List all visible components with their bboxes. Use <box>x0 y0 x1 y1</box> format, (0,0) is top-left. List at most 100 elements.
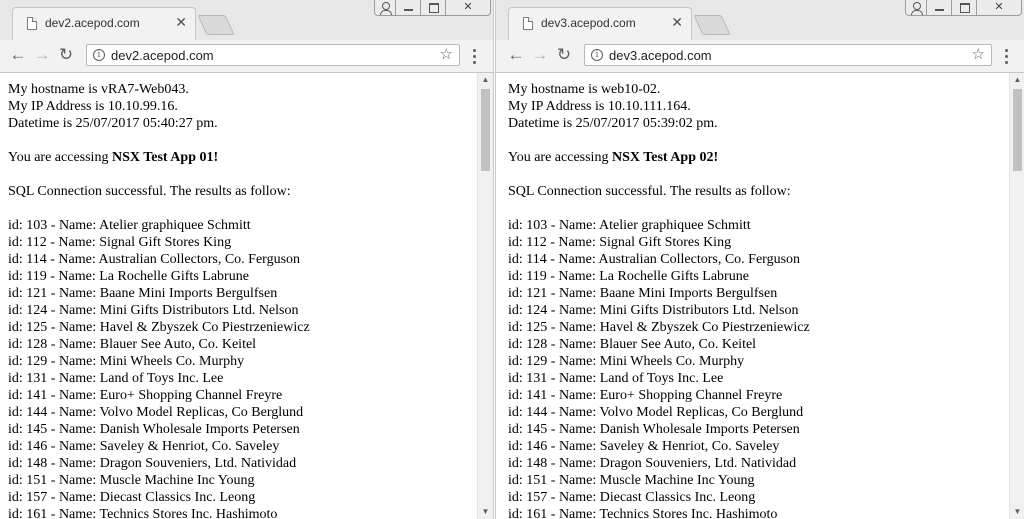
list-item: id: 145 - Name: Danish Wholesale Imports… <box>508 422 800 437</box>
scrollbar-thumb[interactable] <box>481 89 490 171</box>
page-icon <box>27 17 37 30</box>
list-item: id: 129 - Name: Mini Wheels Co. Murphy <box>508 354 745 369</box>
list-item: id: 112 - Name: Signal Gift Stores King <box>8 235 232 250</box>
list-item: id: 141 - Name: Euro+ Shopping Channel F… <box>508 388 783 403</box>
kebab-menu-icon[interactable] <box>468 46 480 66</box>
app-name: NSX Test App 01! <box>111 150 219 165</box>
minimize-icon[interactable] <box>926 0 952 16</box>
info-icon[interactable]: i <box>591 49 603 61</box>
browser-tab[interactable]: dev2.acepod.com ✕ <box>12 7 196 40</box>
results-list: id: 103 - Name: Atelier graphiquee Schmi… <box>8 217 477 519</box>
maximize-icon[interactable] <box>420 0 446 16</box>
list-item: id: 114 - Name: Australian Collectors, C… <box>8 252 301 267</box>
address-bar[interactable]: i dev2.acepod.com ☆ <box>86 44 460 66</box>
access-prefix: You are accessing <box>8 150 112 165</box>
datetime-line: Datetime is 25/07/2017 05:39:02 pm. <box>508 116 718 131</box>
list-item: id: 148 - Name: Dragon Souveniers, Ltd. … <box>508 456 797 471</box>
list-item: id: 119 - Name: La Rochelle Gifts Labrun… <box>8 269 249 284</box>
list-item: id: 161 - Name: Technics Stores Inc. Has… <box>508 507 778 519</box>
list-item: id: 131 - Name: Land of Toys Inc. Lee <box>8 371 224 386</box>
list-item: id: 128 - Name: Blauer See Auto, Co. Kei… <box>508 337 757 352</box>
list-item: id: 157 - Name: Diecast Classics Inc. Le… <box>508 490 756 505</box>
sql-status-line: SQL Connection successful. The results a… <box>508 184 791 199</box>
maximize-icon[interactable] <box>951 0 977 16</box>
app-name: NSX Test App 02! <box>611 150 719 165</box>
browser-window-left: dev2.acepod.com ✕ ← → ↻ i dev2.acepod.co… <box>0 0 494 519</box>
list-item: id: 151 - Name: Muscle Machine Inc Young <box>508 473 755 488</box>
list-item: id: 125 - Name: Havel & Zbyszek Co Piest… <box>8 320 310 335</box>
minimize-icon[interactable] <box>395 0 421 16</box>
sql-status-line: SQL Connection successful. The results a… <box>8 184 291 199</box>
reload-icon[interactable]: ↻ <box>554 45 574 65</box>
kebab-menu-icon[interactable] <box>1000 46 1012 66</box>
datetime-line: Datetime is 25/07/2017 05:40:27 pm. <box>8 116 218 131</box>
arrow-right-icon[interactable]: → <box>32 45 52 65</box>
list-item: id: 103 - Name: Atelier graphiquee Schmi… <box>508 218 751 233</box>
page-content: My hostname is web10-02. My IP Address i… <box>496 73 1009 519</box>
arrow-left-icon[interactable]: ← <box>506 45 526 65</box>
scroll-up-icon[interactable]: ▲ <box>478 73 493 87</box>
list-item: id: 121 - Name: Baane Mini Imports Bergu… <box>508 286 778 301</box>
page-content: My hostname is vRA7-Web043. My IP Addres… <box>0 73 477 519</box>
list-item: id: 146 - Name: Saveley & Henriot, Co. S… <box>508 439 780 454</box>
window-controls <box>374 0 491 20</box>
new-tab-button[interactable] <box>693 15 731 35</box>
scrollbar-thumb[interactable] <box>1013 89 1022 171</box>
list-item: id: 124 - Name: Mini Gifts Distributors … <box>8 303 299 318</box>
list-item: id: 131 - Name: Land of Toys Inc. Lee <box>508 371 724 386</box>
ip-line: My IP Address is 10.10.99.16. <box>8 99 178 114</box>
address-bar[interactable]: i dev3.acepod.com ☆ <box>584 44 992 66</box>
info-icon[interactable]: i <box>93 49 105 61</box>
close-icon[interactable]: ✕ <box>175 15 187 29</box>
hostname-line: My hostname is web10-02. <box>508 82 661 97</box>
title-bar: dev2.acepod.com ✕ <box>0 0 493 40</box>
list-item: id: 157 - Name: Diecast Classics Inc. Le… <box>8 490 256 505</box>
reload-icon[interactable]: ↻ <box>56 45 76 65</box>
list-item: id: 148 - Name: Dragon Souveniers, Ltd. … <box>8 456 297 471</box>
scrollbar[interactable]: ▲ ▼ <box>477 73 493 519</box>
list-item: id: 129 - Name: Mini Wheels Co. Murphy <box>8 354 245 369</box>
list-item: id: 125 - Name: Havel & Zbyszek Co Piest… <box>508 320 810 335</box>
scroll-down-icon[interactable]: ▼ <box>478 505 493 519</box>
arrow-right-icon[interactable]: → <box>530 45 550 65</box>
new-tab-button[interactable] <box>197 15 235 35</box>
window-close-icon[interactable] <box>976 0 1022 16</box>
window-controls <box>905 0 1022 20</box>
list-item: id: 114 - Name: Australian Collectors, C… <box>508 252 801 267</box>
ip-line: My IP Address is 10.10.111.164. <box>508 99 691 114</box>
scroll-down-icon[interactable]: ▼ <box>1010 505 1024 519</box>
browser-tab[interactable]: dev3.acepod.com ✕ <box>508 7 692 40</box>
star-icon[interactable]: ☆ <box>972 46 985 64</box>
access-line: You are accessing NSX Test App 01! <box>8 149 477 166</box>
list-item: id: 144 - Name: Volvo Model Replicas, Co… <box>8 405 304 420</box>
url-text: dev3.acepod.com <box>609 48 712 63</box>
user-icon[interactable] <box>374 0 396 16</box>
url-text: dev2.acepod.com <box>111 48 214 63</box>
tab-title: dev2.acepod.com <box>45 16 140 30</box>
window-close-icon[interactable] <box>445 0 491 16</box>
access-line: You are accessing NSX Test App 02! <box>508 149 1009 166</box>
list-item: id: 151 - Name: Muscle Machine Inc Young <box>8 473 255 488</box>
scrollbar[interactable]: ▲ ▼ <box>1009 73 1024 519</box>
list-item: id: 119 - Name: La Rochelle Gifts Labrun… <box>508 269 749 284</box>
list-item: id: 112 - Name: Signal Gift Stores King <box>508 235 732 250</box>
arrow-left-icon[interactable]: ← <box>8 45 28 65</box>
list-item: id: 103 - Name: Atelier graphiquee Schmi… <box>8 218 251 233</box>
browser-window-right: dev3.acepod.com ✕ ← → ↻ i dev3.acepod.co… <box>495 0 1024 519</box>
list-item: id: 121 - Name: Baane Mini Imports Bergu… <box>8 286 278 301</box>
scroll-up-icon[interactable]: ▲ <box>1010 73 1024 87</box>
list-item: id: 141 - Name: Euro+ Shopping Channel F… <box>8 388 283 403</box>
title-bar: dev3.acepod.com ✕ <box>496 0 1024 40</box>
page-icon <box>523 17 533 30</box>
user-icon[interactable] <box>905 0 927 16</box>
list-item: id: 146 - Name: Saveley & Henriot, Co. S… <box>8 439 280 454</box>
list-item: id: 124 - Name: Mini Gifts Distributors … <box>508 303 799 318</box>
close-icon[interactable]: ✕ <box>671 15 683 29</box>
list-item: id: 161 - Name: Technics Stores Inc. Has… <box>8 507 278 519</box>
hostname-line: My hostname is vRA7-Web043. <box>8 82 189 97</box>
star-icon[interactable]: ☆ <box>440 46 453 64</box>
results-list: id: 103 - Name: Atelier graphiquee Schmi… <box>508 217 1009 519</box>
toolbar: ← → ↻ i dev2.acepod.com ☆ <box>0 40 493 73</box>
tab-title: dev3.acepod.com <box>541 16 636 30</box>
list-item: id: 144 - Name: Volvo Model Replicas, Co… <box>508 405 804 420</box>
